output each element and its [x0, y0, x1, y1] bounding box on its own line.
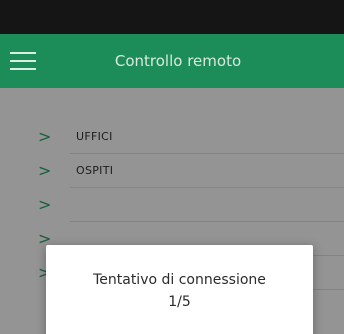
app-bar: Controllo remoto [0, 34, 344, 88]
dialog-message: Tentativo di connessione 1/5 [46, 269, 313, 313]
app-screen: Controllo remoto > UFFICI > OSPITI > > > [0, 0, 344, 334]
connection-attempt-counter: 1/5 [168, 294, 191, 310]
connection-dialog: Tentativo di connessione 1/5 [46, 245, 313, 334]
status-bar [0, 0, 344, 34]
dialog-message-line: Tentativo di connessione [93, 272, 266, 288]
page-title: Controllo remoto [114, 52, 242, 70]
